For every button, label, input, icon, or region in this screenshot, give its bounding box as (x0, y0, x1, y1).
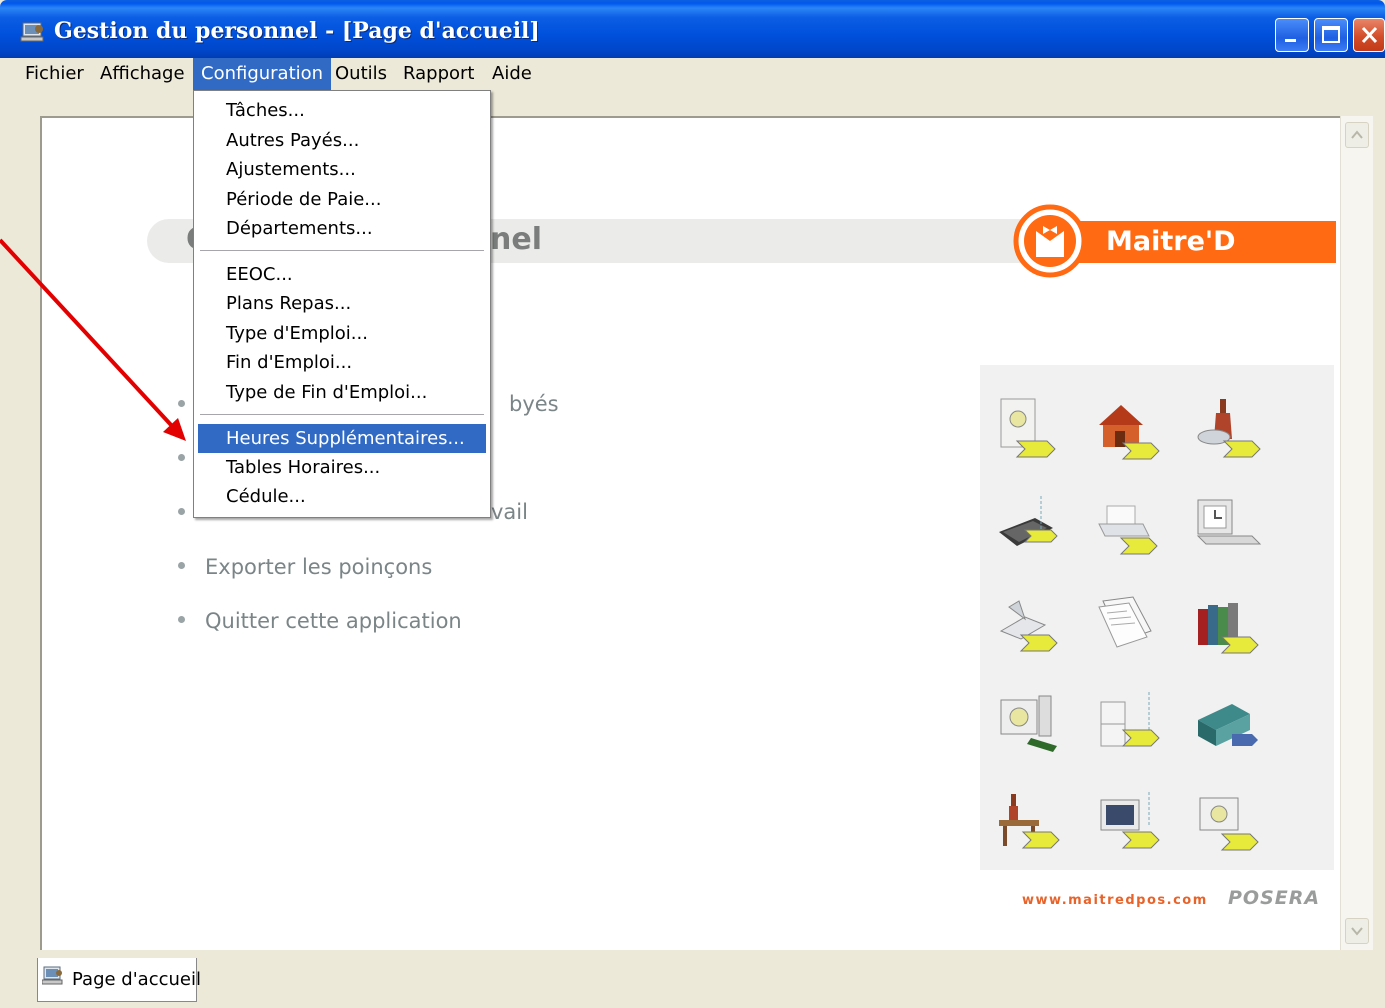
menu-item-plans-repas[interactable]: Plans Repas... (198, 289, 486, 318)
page-title-end: nel (490, 222, 542, 257)
brand-name: Maitre'D (1106, 226, 1236, 257)
export-punches-link[interactable]: Exporter les poinçons (178, 554, 432, 579)
menu-item-type-fin-emploi[interactable]: Type de Fin d'Emploi... (198, 378, 486, 407)
app-computer-icon (20, 22, 44, 42)
computer-user-icon (42, 966, 63, 985)
bullet-icon (178, 615, 185, 623)
menu-outils[interactable]: Outils (327, 58, 395, 90)
computer-safe-icon[interactable] (995, 690, 1067, 762)
menu-rapport[interactable]: Rapport (395, 58, 482, 90)
bullet-icon (178, 399, 185, 407)
menu-item-periode-de-paie[interactable]: Période de Paie... (198, 185, 486, 214)
close-icon (1361, 26, 1378, 44)
safe-icon[interactable] (995, 393, 1067, 465)
laptop-icon[interactable] (995, 492, 1067, 564)
menu-item-autres-payes[interactable]: Autres Payés... (198, 126, 486, 155)
maitred-logo-icon (1013, 204, 1087, 278)
link-partial-text[interactable]: vail (491, 500, 528, 524)
house-icon[interactable] (1093, 393, 1165, 465)
bullet-icon (178, 453, 185, 461)
bullet-icon (178, 507, 185, 515)
website-link[interactable]: www.maitredpos.com (1022, 893, 1208, 908)
menu-item-heures-supplementaires[interactable]: Heures Supplémentaires... (198, 424, 486, 453)
bullet-icon (178, 561, 185, 569)
menu-configuration[interactable]: Configuration (193, 58, 332, 90)
menu-item-tables-horaires[interactable]: Tables Horaires... (198, 453, 486, 482)
minimize-icon (1285, 39, 1296, 42)
table-bottle-icon[interactable] (995, 790, 1067, 862)
menu-item-type-emploi[interactable]: Type d'Emploi... (198, 319, 486, 348)
window-title: Gestion du personnel - [Page d'accueil] (54, 18, 540, 44)
menu-item-departements[interactable]: Départements... (198, 214, 486, 243)
close-button[interactable] (1353, 18, 1385, 52)
scanner-icon[interactable] (995, 591, 1067, 663)
maximize-icon (1322, 26, 1340, 43)
documents-icon[interactable] (1093, 591, 1165, 663)
menu-item-ajustements[interactable]: Ajustements... (198, 155, 486, 184)
menu-item-fin-emploi[interactable]: Fin d'Emploi... (198, 348, 486, 377)
monitor-chart-icon[interactable] (1093, 790, 1165, 862)
scroll-up-button[interactable] (1345, 122, 1369, 148)
server-icon[interactable] (1192, 690, 1264, 762)
maximize-button[interactable] (1314, 18, 1348, 52)
menu-fichier[interactable]: Fichier (17, 58, 92, 90)
tab-label: Page d'accueil (72, 969, 201, 990)
filing-cabinet-icon[interactable] (1093, 690, 1165, 762)
scroll-down-button[interactable] (1345, 918, 1369, 944)
menu-separator (200, 250, 484, 252)
vertical-scrollbar[interactable] (1340, 116, 1373, 950)
menu-bar: Fichier Affichage Configuration Outils R… (0, 58, 1385, 90)
chevron-down-icon (1351, 927, 1363, 936)
minimize-button[interactable] (1275, 18, 1309, 52)
chevron-up-icon (1351, 130, 1363, 139)
posera-logo: POSERA (1228, 887, 1321, 909)
menu-affichage[interactable]: Affichage (92, 58, 193, 90)
link-partial-text[interactable]: byés (509, 392, 559, 416)
menu-separator (200, 414, 484, 416)
monitor-safe-icon[interactable] (1192, 790, 1264, 862)
menu-item-eeoc[interactable]: EEOC... (198, 260, 486, 289)
menu-aide[interactable]: Aide (484, 58, 540, 90)
desktop-clock-icon[interactable] (1192, 492, 1264, 564)
window-titlebar[interactable]: Gestion du personnel - [Page d'accueil] (0, 0, 1385, 58)
printer-icon[interactable] (1093, 492, 1165, 564)
binders-icon[interactable] (1192, 591, 1264, 663)
quit-application-link[interactable]: Quitter cette application (178, 608, 462, 633)
configuration-menu: Tâches... Autres Payés... Ajustements...… (193, 90, 491, 518)
menu-item-cedule[interactable]: Cédule... (198, 482, 486, 511)
menu-item-taches[interactable]: Tâches... (198, 96, 486, 125)
wine-bottle-icon[interactable] (1192, 393, 1264, 465)
